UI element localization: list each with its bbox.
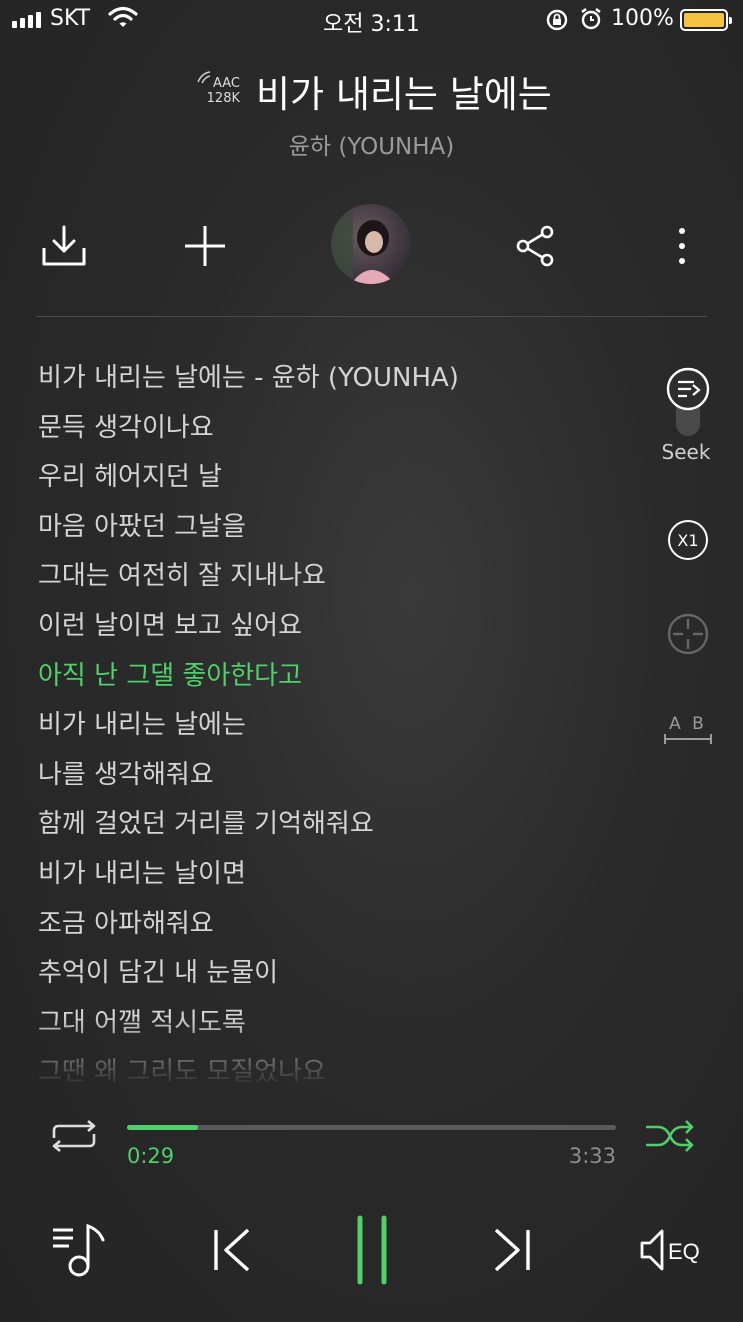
divider (36, 316, 707, 317)
repeat-button[interactable] (48, 1120, 100, 1156)
playlist-music-icon (53, 1223, 105, 1277)
pause-icon (357, 1215, 387, 1285)
progress-bar[interactable] (127, 1125, 616, 1130)
seek-label: Seek (661, 440, 711, 464)
equalizer-speaker-icon: EQ (640, 1229, 700, 1271)
status-bar: SKT 오전 3:11 100% (0, 0, 743, 40)
lyric-line[interactable]: 비가 내리는 날에는 (38, 705, 638, 755)
lyrics-list[interactable]: 비가 내리는 날에는 - 윤하 (YOUNHA) 문득 생각이나요 우리 헤어지… (38, 358, 638, 1088)
artist-name[interactable]: 윤하 (YOUNHA) (0, 127, 743, 161)
album-art[interactable] (331, 204, 411, 284)
add-to-playlist-button[interactable] (175, 218, 235, 274)
battery-percent: 100% (611, 6, 674, 31)
lyric-line[interactable]: 조금 아파해줘요 (38, 904, 638, 954)
playback-speed-button[interactable]: X1 (660, 515, 716, 565)
more-button[interactable] (652, 218, 712, 274)
lyric-line[interactable]: 그대 어깰 적시도록 (38, 1003, 638, 1053)
codec-badge: AAC 128K (196, 70, 242, 110)
speed-icon: X1 (668, 520, 708, 560)
next-button[interactable] (480, 1210, 544, 1290)
playlist-button[interactable] (44, 1210, 110, 1290)
progress-fill (127, 1125, 199, 1130)
target-icon (667, 613, 709, 655)
share-button[interactable] (505, 218, 565, 274)
repeat-icon (52, 1120, 96, 1152)
equalizer-button[interactable]: EQ (632, 1210, 712, 1290)
add-icon (185, 226, 225, 266)
pause-button[interactable] (340, 1210, 404, 1290)
seek-toggle[interactable] (660, 360, 716, 440)
previous-button[interactable] (200, 1210, 264, 1290)
lyric-line[interactable]: 비가 내리는 날이면 (38, 854, 638, 904)
ab-repeat-button[interactable]: A B (660, 705, 716, 755)
lyric-line-current[interactable]: 아직 난 그댈 좋아한다고 (38, 656, 638, 706)
song-title: 비가 내리는 날에는 (256, 73, 552, 116)
shuffle-button[interactable] (644, 1120, 696, 1156)
alarm-icon (579, 7, 603, 37)
lyric-line[interactable]: 추억이 담긴 내 눈물이 (38, 953, 638, 1003)
lyric-line[interactable]: 그대는 여전히 잘 지내나요 (38, 556, 638, 606)
total-time: 3:33 (568, 1144, 616, 1168)
seek-toggle-icon (666, 367, 710, 436)
elapsed-time: 0:29 (127, 1144, 175, 1168)
svg-text:EQ: EQ (668, 1239, 700, 1264)
lyric-line[interactable]: 나를 생각해줘요 (38, 755, 638, 805)
lyric-line[interactable]: 우리 헤어지던 날 (38, 457, 638, 507)
lyric-line[interactable]: 마음 아팠던 그날을 (38, 507, 638, 557)
download-icon (42, 225, 86, 266)
battery-icon (680, 9, 732, 31)
download-button[interactable] (34, 218, 94, 274)
lyric-line[interactable]: 이런 날이면 보고 싶어요 (38, 606, 638, 656)
lyric-line[interactable]: 문득 생각이나요 (38, 408, 638, 458)
more-vertical-icon (679, 228, 685, 264)
codec-bitrate: 128K (206, 91, 240, 106)
rotation-lock-icon (545, 8, 569, 38)
codec-format: AAC (213, 76, 240, 91)
lyric-line[interactable]: 그땐 왜 그리도 모질었나요 (38, 1052, 638, 1088)
next-icon (494, 1228, 530, 1272)
share-icon (516, 225, 554, 267)
locate-current-button[interactable] (660, 608, 716, 660)
lyric-line[interactable]: 함께 걸었던 거리를 기억해줘요 (38, 804, 638, 854)
previous-icon (214, 1228, 250, 1272)
lyric-line[interactable]: 비가 내리는 날에는 - 윤하 (YOUNHA) (38, 358, 638, 408)
ab-range-icon (664, 734, 712, 744)
shuffle-icon (646, 1120, 694, 1152)
ab-label: A B (669, 714, 707, 734)
